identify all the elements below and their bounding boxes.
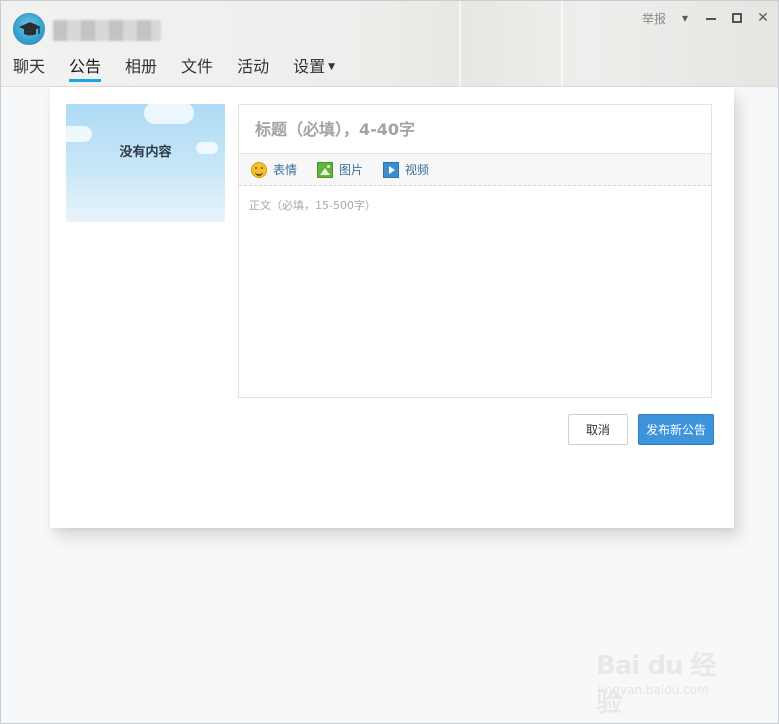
group-name-blurred: [53, 20, 161, 41]
image-icon: [317, 161, 334, 178]
close-icon[interactable]: ✕: [756, 10, 770, 26]
group-avatar[interactable]: [13, 13, 45, 45]
tab-label: 公告: [69, 57, 102, 76]
image-button[interactable]: 图片: [317, 161, 363, 178]
cloud-decoration: [66, 126, 92, 142]
body-textarea[interactable]: [239, 187, 711, 397]
cloud-decoration: [144, 104, 194, 124]
tab-chat[interactable]: 聊天: [13, 53, 45, 85]
editor-toolbar: 表情 图片 视频: [239, 154, 711, 186]
background-crease: [561, 1, 563, 87]
announcement-list-empty: 没有内容: [66, 104, 225, 222]
title-input[interactable]: [239, 105, 711, 154]
video-button[interactable]: 视频: [383, 161, 429, 178]
tab-bar: 聊天 公告 相册 文件 活动 设置 ▼: [13, 53, 359, 85]
emoji-button[interactable]: 表情: [251, 161, 297, 178]
tab-announcement[interactable]: 公告: [69, 53, 102, 85]
watermark: Bai du 经验 jingyan.baidu.com: [596, 645, 736, 718]
publish-button[interactable]: 发布新公告: [638, 414, 714, 445]
tab-files[interactable]: 文件: [181, 53, 213, 85]
watermark-url: jingyan.baidu.com: [598, 683, 709, 697]
tab-activity[interactable]: 活动: [237, 53, 269, 85]
tab-label: 相册: [125, 57, 158, 76]
tab-label: 文件: [181, 57, 214, 76]
tab-label: 聊天: [13, 57, 46, 76]
caret-down-icon: ▼: [328, 62, 336, 72]
new-announcement-panel: 没有内容 表情 图片 视频 取消 发布新公告: [50, 87, 734, 528]
tab-label: 设置: [293, 57, 326, 76]
maximize-icon[interactable]: [730, 11, 744, 25]
empty-state-text: 没有内容: [119, 145, 172, 160]
tab-album[interactable]: 相册: [125, 53, 157, 85]
image-label: 图片: [339, 163, 364, 177]
background-crease: [459, 1, 461, 87]
chevron-down-icon[interactable]: ▾: [678, 11, 692, 25]
announcement-editor: 表情 图片 视频: [238, 104, 712, 398]
group-window: 举报 ▾ ✕ 聊天 公告 相册 文件 活动 设置 ▼ 没有内容 标题（必填），4…: [0, 0, 779, 724]
cancel-button[interactable]: 取消: [568, 414, 628, 445]
tab-label: 活动: [237, 57, 270, 76]
video-label: 视频: [405, 163, 430, 177]
watermark-brand: Bai du 经验: [596, 651, 717, 718]
smiley-icon: [251, 161, 267, 178]
title-bar: 举报 ▾ ✕ 聊天 公告 相册 文件 活动 设置 ▼: [1, 1, 778, 87]
graduation-cap-icon: [19, 22, 41, 36]
tab-settings[interactable]: 设置 ▼: [293, 53, 335, 85]
video-play-icon: [383, 161, 400, 178]
report-link[interactable]: 举报: [642, 10, 666, 27]
window-controls: 举报 ▾ ✕: [642, 9, 770, 27]
emoji-label: 表情: [273, 163, 298, 177]
minimize-icon[interactable]: [704, 11, 718, 25]
